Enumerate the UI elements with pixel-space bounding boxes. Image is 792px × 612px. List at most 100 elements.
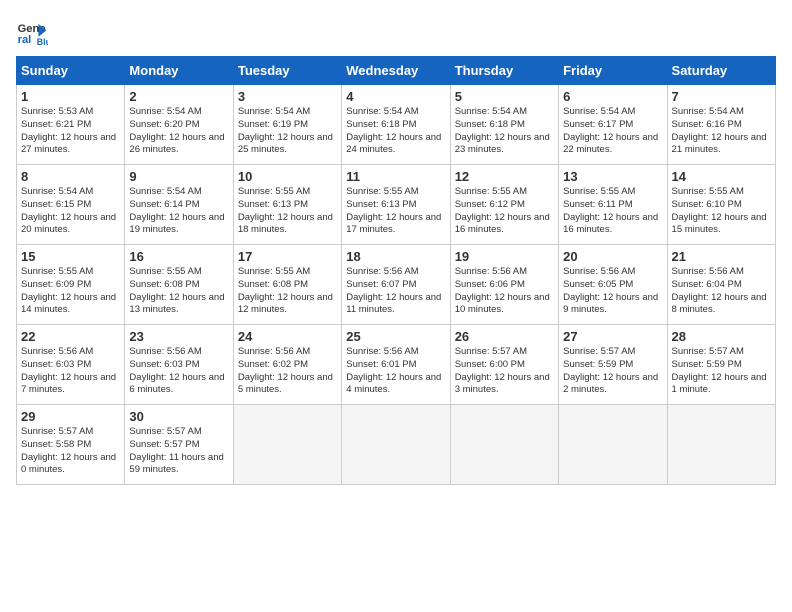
cell-text: Sunrise: 5:54 AMSunset: 6:15 PMDaylight:… [21,186,116,235]
day-number: 27 [563,329,662,344]
day-number: 29 [21,409,120,424]
cell-text: Sunrise: 5:56 AMSunset: 6:01 PMDaylight:… [346,346,441,395]
day-number: 17 [238,249,337,264]
col-header-tuesday: Tuesday [233,57,341,85]
cell-text: Sunrise: 5:56 AMSunset: 6:03 PMDaylight:… [21,346,116,395]
calendar-cell: 29 Sunrise: 5:57 AMSunset: 5:58 PMDayligh… [17,405,125,485]
calendar-cell: 26 Sunrise: 5:57 AMSunset: 6:00 PMDayligh… [450,325,558,405]
calendar-cell: 19 Sunrise: 5:56 AMSunset: 6:06 PMDayligh… [450,245,558,325]
calendar-cell: 8 Sunrise: 5:54 AMSunset: 6:15 PMDaylight… [17,165,125,245]
cell-text: Sunrise: 5:57 AMSunset: 5:57 PMDaylight:… [129,426,223,475]
day-number: 12 [455,169,554,184]
cell-text: Sunrise: 5:53 AMSunset: 6:21 PMDaylight:… [21,106,116,155]
calendar-cell: 6 Sunrise: 5:54 AMSunset: 6:17 PMDaylight… [559,85,667,165]
calendar-cell: 20 Sunrise: 5:56 AMSunset: 6:05 PMDayligh… [559,245,667,325]
cell-text: Sunrise: 5:54 AMSunset: 6:20 PMDaylight:… [129,106,224,155]
calendar-cell: 22 Sunrise: 5:56 AMSunset: 6:03 PMDayligh… [17,325,125,405]
logo-icon: Gene ral Blue [16,16,48,48]
day-number: 24 [238,329,337,344]
day-number: 10 [238,169,337,184]
calendar-cell: 17 Sunrise: 5:55 AMSunset: 6:08 PMDayligh… [233,245,341,325]
calendar-cell [450,405,558,485]
calendar-cell: 24Sunrise: 5:56 AMSunset: 6:02 PMDayligh… [233,325,341,405]
calendar-cell: 30Sunrise: 5:57 AMSunset: 5:57 PMDayligh… [125,405,233,485]
logo: Gene ral Blue [16,16,52,48]
calendar-cell: 4Sunrise: 5:54 AMSunset: 6:18 PMDaylight… [342,85,450,165]
col-header-wednesday: Wednesday [342,57,450,85]
day-number: 14 [672,169,771,184]
cell-text: Sunrise: 5:55 AMSunset: 6:08 PMDaylight:… [238,266,333,315]
day-number: 28 [672,329,771,344]
cell-text: Sunrise: 5:54 AMSunset: 6:18 PMDaylight:… [455,106,550,155]
cell-text: Sunrise: 5:55 AMSunset: 6:11 PMDaylight:… [563,186,658,235]
calendar-cell: 2 Sunrise: 5:54 AMSunset: 6:20 PMDaylight… [125,85,233,165]
calendar-table: SundayMondayTuesdayWednesdayThursdayFrid… [16,56,776,485]
day-number: 21 [672,249,771,264]
cell-text: Sunrise: 5:55 AMSunset: 6:13 PMDaylight:… [238,186,333,235]
cell-text: Sunrise: 5:56 AMSunset: 6:05 PMDaylight:… [563,266,658,315]
day-number: 3 [238,89,337,104]
day-number: 9 [129,169,228,184]
cell-text: Sunrise: 5:57 AMSunset: 5:58 PMDaylight:… [21,426,116,475]
cell-text: Sunrise: 5:56 AMSunset: 6:06 PMDaylight:… [455,266,550,315]
day-number: 1 [21,89,120,104]
day-number: 23 [129,329,228,344]
day-number: 8 [21,169,120,184]
day-number: 22 [21,329,120,344]
calendar-cell: 3 Sunrise: 5:54 AMSunset: 6:19 PMDaylight… [233,85,341,165]
day-number: 25 [346,329,445,344]
cell-text: Sunrise: 5:55 AMSunset: 6:12 PMDaylight:… [455,186,550,235]
day-number: 15 [21,249,120,264]
calendar-cell: 11Sunrise: 5:55 AMSunset: 6:13 PMDayligh… [342,165,450,245]
svg-text:ral: ral [18,34,32,46]
calendar-cell: 5 Sunrise: 5:54 AMSunset: 6:18 PMDaylight… [450,85,558,165]
cell-text: Sunrise: 5:54 AMSunset: 6:16 PMDaylight:… [672,106,767,155]
col-header-friday: Friday [559,57,667,85]
day-number: 2 [129,89,228,104]
svg-text:Blue: Blue [37,37,48,47]
cell-text: Sunrise: 5:56 AMSunset: 6:03 PMDaylight:… [129,346,224,395]
day-number: 13 [563,169,662,184]
cell-text: Sunrise: 5:57 AMSunset: 6:00 PMDaylight:… [455,346,550,395]
calendar-cell [559,405,667,485]
col-header-thursday: Thursday [450,57,558,85]
calendar-cell [233,405,341,485]
day-number: 26 [455,329,554,344]
day-number: 5 [455,89,554,104]
header: Gene ral Blue [16,16,776,48]
cell-text: Sunrise: 5:54 AMSunset: 6:18 PMDaylight:… [346,106,441,155]
calendar-cell: 12 Sunrise: 5:55 AMSunset: 6:12 PMDayligh… [450,165,558,245]
cell-text: Sunrise: 5:55 AMSunset: 6:09 PMDaylight:… [21,266,116,315]
calendar-cell: 27Sunrise: 5:57 AMSunset: 5:59 PMDayligh… [559,325,667,405]
cell-text: Sunrise: 5:57 AMSunset: 5:59 PMDaylight:… [672,346,767,395]
calendar-cell: 1 Sunrise: 5:53 AMSunset: 6:21 PMDaylight… [17,85,125,165]
calendar-cell: 23 Sunrise: 5:56 AMSunset: 6:03 PMDayligh… [125,325,233,405]
calendar-cell [667,405,775,485]
day-number: 7 [672,89,771,104]
calendar-cell: 9 Sunrise: 5:54 AMSunset: 6:14 PMDaylight… [125,165,233,245]
calendar-cell: 7 Sunrise: 5:54 AMSunset: 6:16 PMDaylight… [667,85,775,165]
cell-text: Sunrise: 5:55 AMSunset: 6:13 PMDaylight:… [346,186,441,235]
calendar-cell [342,405,450,485]
day-number: 19 [455,249,554,264]
calendar-cell: 15 Sunrise: 5:55 AMSunset: 6:09 PMDayligh… [17,245,125,325]
day-number: 16 [129,249,228,264]
cell-text: Sunrise: 5:56 AMSunset: 6:07 PMDaylight:… [346,266,441,315]
calendar-cell: 21 Sunrise: 5:56 AMSunset: 6:04 PMDayligh… [667,245,775,325]
calendar-cell: 16 Sunrise: 5:55 AMSunset: 6:08 PMDayligh… [125,245,233,325]
calendar-cell: 28 Sunrise: 5:57 AMSunset: 5:59 PMDayligh… [667,325,775,405]
calendar-cell: 13 Sunrise: 5:55 AMSunset: 6:11 PMDayligh… [559,165,667,245]
calendar-cell: 10 Sunrise: 5:55 AMSunset: 6:13 PMDayligh… [233,165,341,245]
calendar-cell: 18 Sunrise: 5:56 AMSunset: 6:07 PMDayligh… [342,245,450,325]
cell-text: Sunrise: 5:54 AMSunset: 6:19 PMDaylight:… [238,106,333,155]
day-number: 6 [563,89,662,104]
cell-text: Sunrise: 5:55 AMSunset: 6:10 PMDaylight:… [672,186,767,235]
cell-text: Sunrise: 5:54 AMSunset: 6:17 PMDaylight:… [563,106,658,155]
cell-text: Sunrise: 5:56 AMSunset: 6:04 PMDaylight:… [672,266,767,315]
col-header-monday: Monday [125,57,233,85]
col-header-sunday: Sunday [17,57,125,85]
day-number: 20 [563,249,662,264]
cell-text: Sunrise: 5:54 AMSunset: 6:14 PMDaylight:… [129,186,224,235]
day-number: 18 [346,249,445,264]
cell-text: Sunrise: 5:55 AMSunset: 6:08 PMDaylight:… [129,266,224,315]
